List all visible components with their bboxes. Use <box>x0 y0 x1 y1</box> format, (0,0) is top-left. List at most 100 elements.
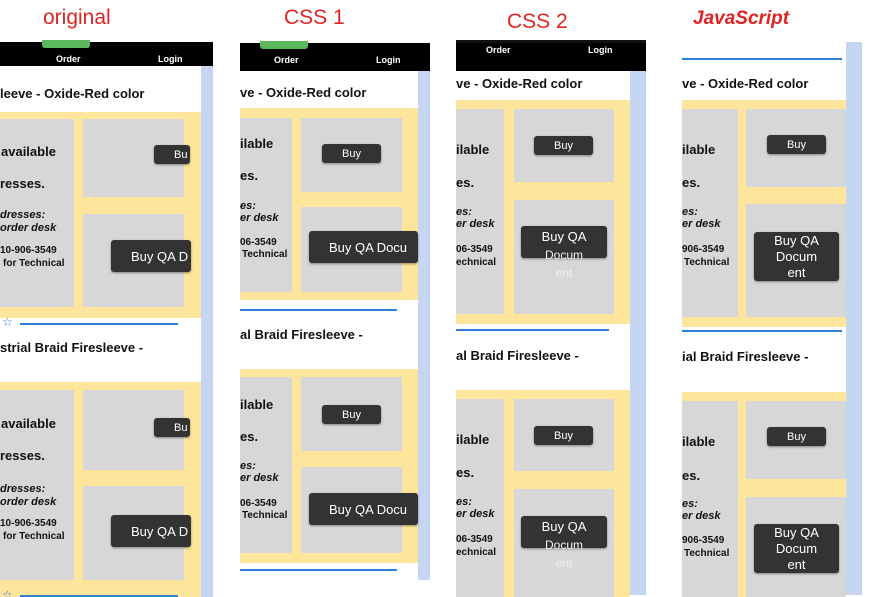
buy-qa-line1: Buy QA <box>541 229 587 244</box>
buy-qa-button[interactable]: Buy QA Docu <box>309 231 418 263</box>
green-button[interactable] <box>42 40 90 48</box>
addresses-label-2: es: <box>682 498 698 510</box>
addresses-label-2: dresses: <box>0 483 46 495</box>
buy-qa-line2: Docum <box>775 248 818 264</box>
phone-text-2: 06-3549 <box>240 498 277 509</box>
buy-button[interactable]: Buy <box>534 136 593 155</box>
order-desk-text: er desk <box>682 218 721 230</box>
addresses-text: resses. <box>0 176 45 191</box>
nav-login[interactable]: Login <box>376 55 401 65</box>
caption-css2: CSS 2 <box>507 10 568 33</box>
availability-text-2: ilable <box>240 397 274 412</box>
addresses-label-2: es: <box>240 460 256 472</box>
buy-qa-button[interactable]: Buy QA Docum ent <box>754 232 839 281</box>
buy-qa-line2-2: Docum <box>775 540 818 556</box>
availability-text-2: available <box>1 416 56 431</box>
buy-qa-button-2[interactable]: Buy QA Docu <box>309 493 418 525</box>
addresses-text-2: es. <box>240 429 259 444</box>
buy-button[interactable]: Buy <box>322 144 381 163</box>
addresses-text-2: es. <box>456 465 475 480</box>
nav-login[interactable]: Login <box>158 54 183 64</box>
addresses-text: es. <box>456 175 475 190</box>
buy-button[interactable]: Bu <box>154 145 190 164</box>
buy-qa-button-2[interactable]: Buy QA Docum ent <box>521 516 607 570</box>
availability-text: available <box>1 144 56 159</box>
buy-qa-button-2[interactable]: Buy QA D <box>111 515 191 547</box>
buy-qa-button-2[interactable]: Buy QA Docum ent <box>754 524 839 573</box>
divider-line-2 <box>240 569 397 571</box>
buy-qa-line3: ent <box>555 266 573 280</box>
phone-text-2: 906-3549 <box>682 535 725 546</box>
star-icon[interactable]: ☆ <box>2 315 13 329</box>
buy-button-2[interactable]: Bu <box>154 418 190 437</box>
addresses-label: es: <box>682 206 698 218</box>
addresses-label: dresses: <box>0 209 46 221</box>
top-nav: Order Login <box>456 40 646 71</box>
product-title: ve - Oxide-Red color <box>456 76 583 91</box>
panel-css1: Order Login ve - Oxide-Red color ilable … <box>240 41 430 597</box>
phone-text: 06-3549 <box>456 244 493 255</box>
buy-qa-line3-2: ent <box>787 556 806 572</box>
addresses-label-2: es: <box>456 496 472 508</box>
technical-text-2: for Technical <box>3 531 65 542</box>
technical-text: echnical <box>456 257 497 268</box>
caption-original: original <box>43 6 111 29</box>
addresses-label: es: <box>240 200 256 212</box>
green-button[interactable] <box>260 41 308 49</box>
order-desk-text-2: er desk <box>456 508 495 520</box>
availability-text-2: ilable <box>682 434 716 449</box>
scrollbar[interactable] <box>418 55 430 580</box>
phone-text: 06-3549 <box>240 237 277 248</box>
buy-qa-button[interactable]: Buy QA D <box>111 240 191 272</box>
divider-line <box>682 330 842 332</box>
nav-login[interactable]: Login <box>588 45 613 55</box>
nav-order[interactable]: Order <box>486 45 511 55</box>
order-desk-text-2: er desk <box>240 472 279 484</box>
buy-qa-button[interactable]: Buy QA Docum ent <box>521 226 607 280</box>
panel-original: Order Login leeve - Oxide-Red color avai… <box>0 40 213 597</box>
divider-line-top <box>682 58 842 60</box>
technical-text-2: Technical <box>684 548 730 559</box>
panel-css2: Order Login ve - Oxide-Red color ilable … <box>456 40 646 597</box>
divider-line <box>20 323 178 325</box>
caption-javascript: JavaScript <box>693 8 790 29</box>
star-icon-2[interactable]: ☆ <box>2 588 13 597</box>
scrollbar[interactable] <box>201 56 213 597</box>
order-desk-text: er desk <box>456 218 495 230</box>
caption-css1: CSS 1 <box>284 6 345 29</box>
phone-text: 10-906-3549 <box>0 245 57 256</box>
buy-button-2[interactable]: Buy <box>767 427 826 446</box>
phone-text-2: 10-906-3549 <box>0 518 57 529</box>
buy-button-2[interactable]: Buy <box>322 405 381 424</box>
technical-text: for Technical <box>3 258 65 269</box>
availability-text: ilable <box>240 136 274 151</box>
availability-text-2: ilable <box>456 432 490 447</box>
technical-text: Technical <box>242 249 288 260</box>
addresses-text: es. <box>682 175 701 190</box>
product-title-2: al Braid Firesleeve - <box>456 348 579 363</box>
addresses-text-2: resses. <box>0 448 45 463</box>
buy-qa-line3-2: ent <box>555 556 573 570</box>
panel-javascript: ve - Oxide-Red color ilable es. es: er d… <box>682 40 862 597</box>
buy-qa-line1-2: Buy QA <box>541 519 587 534</box>
buy-qa-line1-2: Buy QA <box>774 524 819 540</box>
scrollbar[interactable] <box>630 48 646 595</box>
technical-text-2: Technical <box>242 510 288 521</box>
buy-button-2[interactable]: Buy <box>534 426 593 445</box>
scrollbar[interactable] <box>846 42 862 595</box>
availability-text: ilable <box>456 142 490 157</box>
nav-order[interactable]: Order <box>274 55 299 65</box>
technical-text-2: echnical <box>456 547 497 558</box>
buy-qa-line1: Buy QA <box>774 232 819 248</box>
order-desk-text: order desk <box>0 222 57 234</box>
addresses-text-2: es. <box>682 468 701 483</box>
product-title-2: ial Braid Firesleeve - <box>682 349 809 364</box>
top-nav: Order Login <box>0 42 213 66</box>
product-title-2: al Braid Firesleeve - <box>240 327 363 342</box>
divider-line <box>240 309 397 311</box>
buy-button[interactable]: Buy <box>767 135 826 154</box>
addresses-label: es: <box>456 206 472 218</box>
order-desk-text: er desk <box>240 212 279 224</box>
phone-text-2: 06-3549 <box>456 534 493 545</box>
nav-order[interactable]: Order <box>56 54 81 64</box>
